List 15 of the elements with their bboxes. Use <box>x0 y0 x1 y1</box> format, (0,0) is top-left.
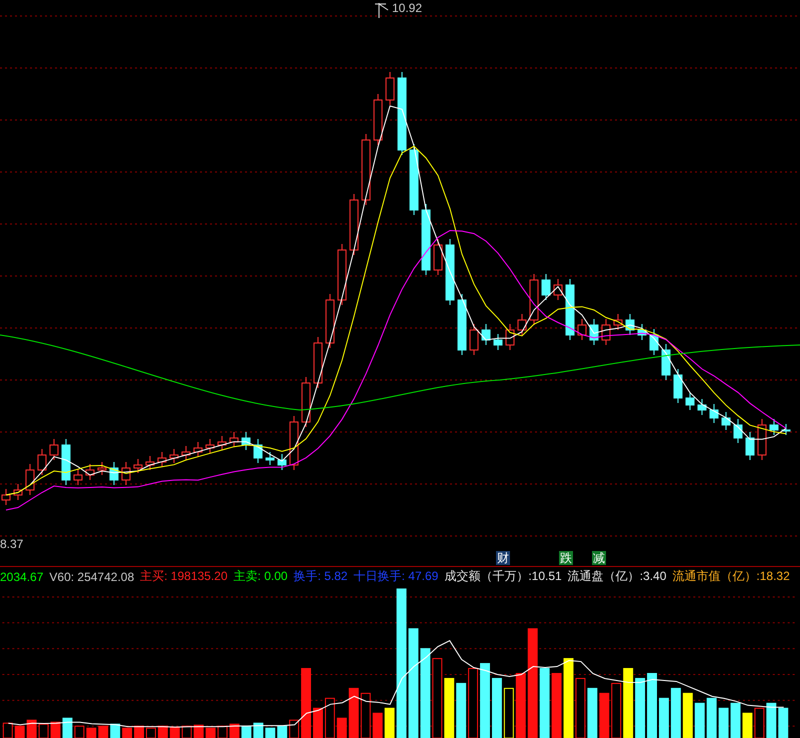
indicator-value: V60: 254742.08 <box>49 570 134 584</box>
high-marker-icon <box>374 2 388 18</box>
indicator-value: 换手: 5.82 <box>294 568 348 586</box>
event-marker[interactable]: 跌 <box>559 551 573 565</box>
event-marker[interactable]: 财 <box>496 551 510 565</box>
high-price-label: 10.92 <box>392 1 422 15</box>
indicator-value: 2034.67 <box>0 570 44 584</box>
indicator-value: 主买: 198135.20 <box>140 568 228 586</box>
indicator-value: 流通市值（亿）:18.32 <box>672 568 790 586</box>
indicator-value: 十日换手: 47.69 <box>354 568 438 586</box>
indicator-value: 主卖: 0.00 <box>234 568 288 586</box>
low-price-label: 8.37 <box>0 537 24 551</box>
event-marker[interactable]: 减 <box>592 551 606 565</box>
indicator-value: 成交额（千万）:10.51 <box>444 568 562 586</box>
indicator-value: 流通盘（亿）:3.40 <box>568 568 666 586</box>
